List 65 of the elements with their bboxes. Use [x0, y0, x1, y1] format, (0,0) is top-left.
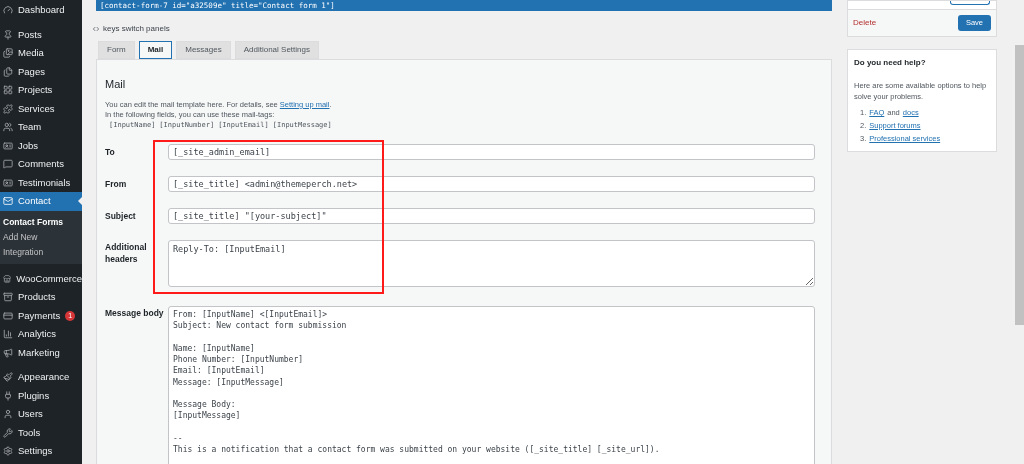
- field-label: Additional headers: [105, 240, 148, 265]
- input-field[interactable]: [_site_admin_email]: [168, 143, 815, 160]
- current-pointer-icon: [78, 197, 82, 205]
- plug-icon: [3, 390, 13, 401]
- field-label: From: [105, 177, 128, 190]
- user-icon: [3, 409, 13, 420]
- envelope-icon: [3, 196, 13, 207]
- input-field[interactable]: [_site_title] "[your-subject]": [168, 207, 815, 224]
- megaphone-icon: [3, 347, 13, 358]
- panel-heading: Mail: [105, 77, 127, 93]
- help-title: Do you need help?: [854, 57, 927, 69]
- tab[interactable]: Mail: [138, 41, 173, 60]
- tab[interactable]: Form: [98, 41, 135, 60]
- speech-bubble-icon: [3, 159, 13, 170]
- sidebar-item[interactable]: Posts: [0, 25, 82, 44]
- sidebar-item[interactable]: Dashboard: [0, 1, 82, 20]
- sidebar-item[interactable]: WooCommerce: [0, 269, 82, 288]
- id-card-icon: [3, 177, 13, 188]
- sidebar-item[interactable]: Services: [0, 99, 82, 118]
- sidebar-item[interactable]: Tools: [0, 423, 82, 442]
- pin-icon: [3, 29, 13, 40]
- submenu-item[interactable]: Add New: [0, 229, 82, 245]
- tab[interactable]: Messages: [176, 41, 231, 60]
- sidebar-item[interactable]: Pages: [0, 62, 82, 81]
- sidebar-item[interactable]: Plugins: [0, 386, 82, 405]
- submenu-item[interactable]: Contact Forms: [0, 214, 82, 230]
- paintbrush-icon: [3, 372, 13, 383]
- sidebar-item[interactable]: Settings: [0, 442, 82, 461]
- sidebar-item[interactable]: Products: [0, 288, 82, 307]
- sidebar-item[interactable]: Appearance: [0, 368, 82, 387]
- message-body-field[interactable]: From: [InputName] <[InputEmail]> Subject: New contact form submission Name: [InputName] Phone Number: [InputNumber] Email: [InputEmail] Message: [InputMessage] Message Body: [InputMessage] -- This is a notification that a contact form was submitted on your website ([_site_title] [_site_url]).: [168, 305, 815, 464]
- sidebar-item[interactable]: Jobs: [0, 136, 82, 155]
- field-label: To: [105, 145, 116, 158]
- tab[interactable]: Additional Settings: [234, 41, 319, 60]
- textarea-field[interactable]: Reply-To: [InputEmail]: [168, 239, 815, 287]
- delete-link[interactable]: Delete: [853, 17, 877, 29]
- submenu-item[interactable]: Integration: [0, 244, 82, 260]
- store-icon: [3, 273, 12, 284]
- sidebar-item[interactable]: Contact: [0, 192, 82, 211]
- input-field[interactable]: [_site_title] <admin@themeperch.net>: [168, 175, 815, 192]
- sidebar-item[interactable]: Users: [0, 405, 82, 424]
- images-icon: [3, 48, 13, 59]
- field-label: Message body: [105, 306, 165, 319]
- sidebar-item[interactable]: Marketing: [0, 343, 82, 362]
- secondary-button[interactable]: [950, 1, 990, 5]
- sidebar-item[interactable]: Analytics: [0, 325, 82, 344]
- bar-chart-icon: [3, 329, 13, 340]
- people-icon: [3, 122, 13, 133]
- pages-icon: [3, 66, 13, 77]
- gauge-icon: [3, 5, 13, 16]
- sidebar-item[interactable]: Team: [0, 118, 82, 137]
- credit-card-icon: [3, 310, 13, 321]
- id-card-icon: [3, 140, 13, 151]
- sidebar-item[interactable]: Comments: [0, 155, 82, 174]
- puzzle-icon: [3, 103, 13, 114]
- box-icon: [3, 292, 13, 303]
- wrench-icon: [3, 427, 13, 438]
- sidebar-item[interactable]: Projects: [0, 81, 82, 100]
- settings-icon: [3, 446, 13, 457]
- left-right-arrows-icon: [92, 25, 100, 34]
- sidebar-item[interactable]: Media: [0, 44, 82, 63]
- keys-hint: keys switch panels: [103, 23, 170, 36]
- grid-icon: [3, 85, 13, 96]
- field-label: Subject: [105, 209, 137, 222]
- sidebar-item[interactable]: Testimonials: [0, 173, 82, 192]
